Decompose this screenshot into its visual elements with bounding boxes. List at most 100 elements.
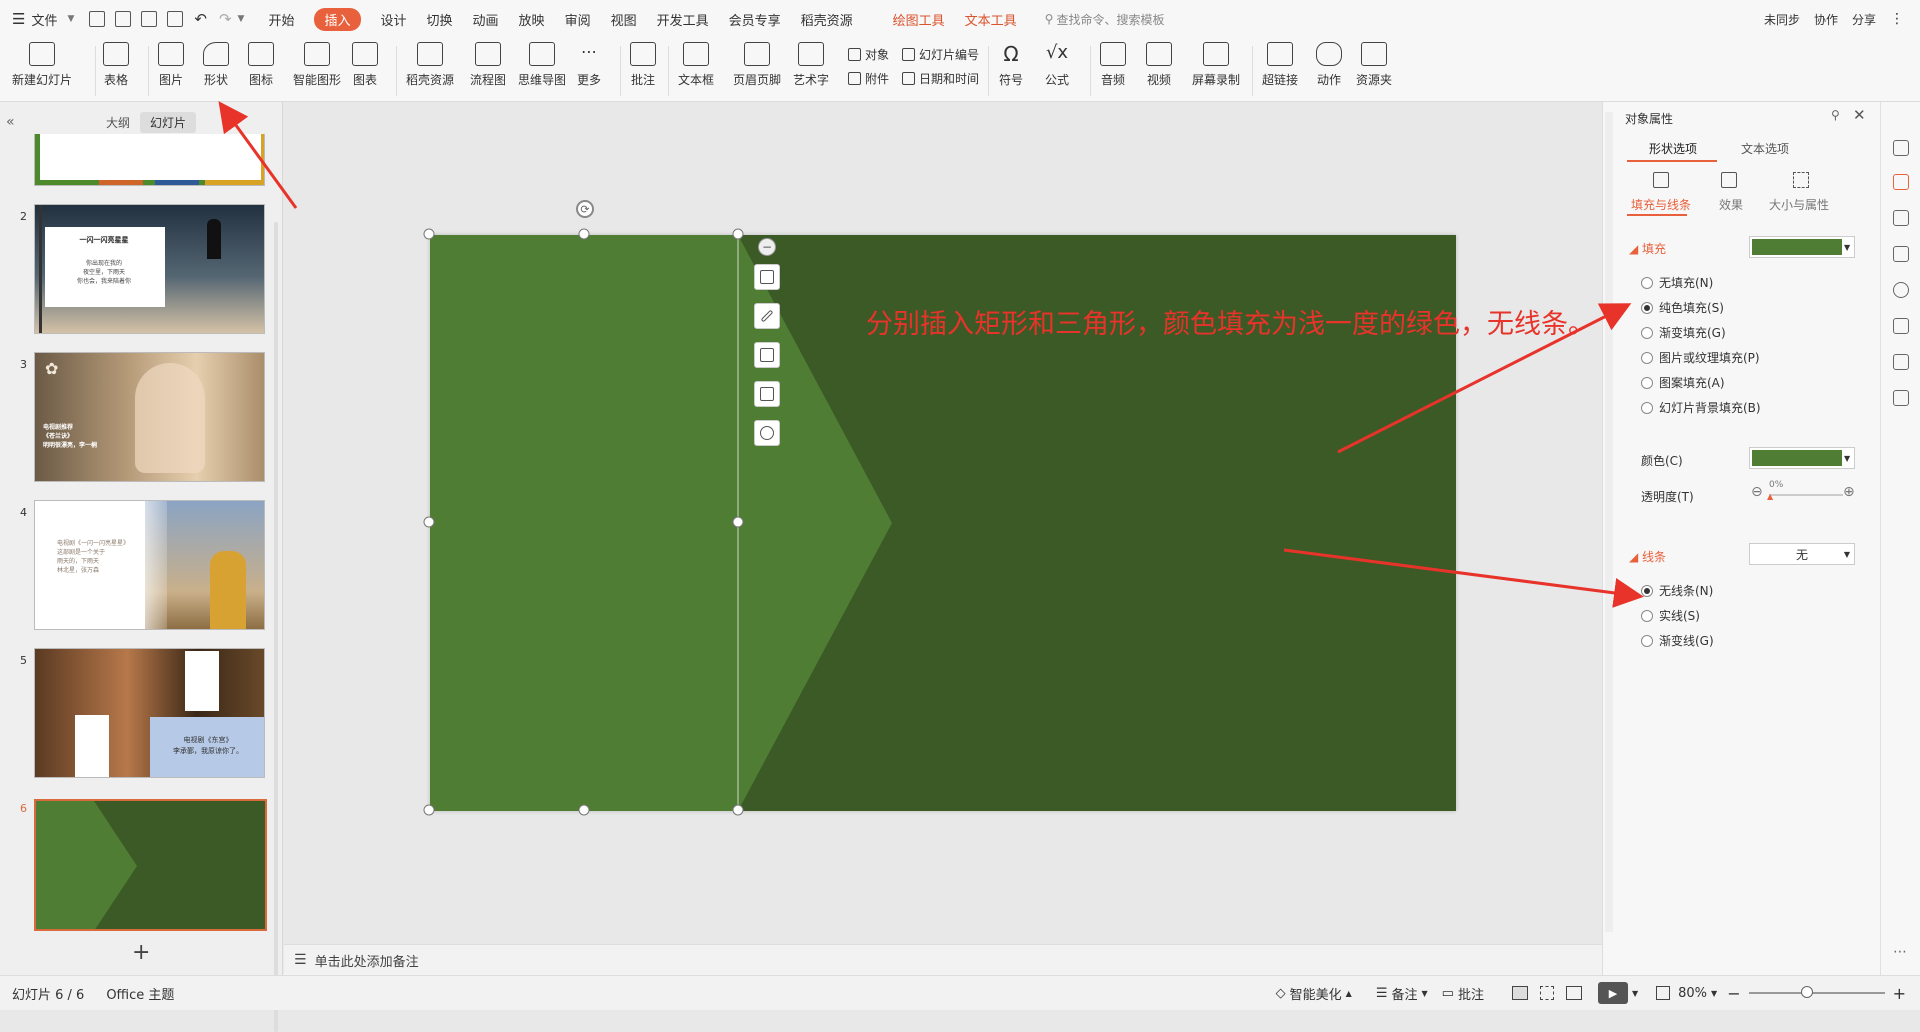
sync-status[interactable]: 未同步 — [1764, 11, 1800, 28]
transparency-slider[interactable] — [1769, 494, 1843, 496]
file-menu[interactable]: 文件 — [31, 10, 57, 29]
zoom-level[interactable]: 80% — [1678, 986, 1707, 1001]
symbol-button[interactable]: Ω 符号 — [998, 42, 1024, 88]
play-button[interactable]: ▶ — [1597, 982, 1628, 1004]
smartart-button[interactable]: 智能图形 — [293, 42, 341, 88]
slider-thumb[interactable]: ▲ — [1767, 492, 1773, 501]
notes-toggle[interactable]: ☰ 备注 ▼ — [1376, 984, 1428, 1003]
comment-button[interactable]: 批注 — [630, 42, 656, 88]
header-footer-button[interactable]: 页眉页脚 — [733, 42, 781, 88]
comments-toggle[interactable]: ▭ 批注 — [1442, 984, 1484, 1003]
beautify-button[interactable]: ◇ 智能美化 ▲ — [1276, 984, 1352, 1003]
color-dropdown[interactable]: ▼ — [1749, 447, 1855, 469]
radio-solid-fill[interactable]: 纯色填充(S) — [1641, 299, 1724, 316]
tab-transition[interactable]: 切换 — [427, 10, 453, 29]
tab-developer[interactable]: 开发工具 — [657, 10, 709, 29]
help-icon[interactable] — [1893, 282, 1909, 298]
slide-number-button[interactable]: 幻灯片编号 — [902, 46, 979, 63]
pin-icon[interactable]: ⚲ — [1831, 108, 1840, 122]
radio-picture-fill[interactable]: 图片或纹理填充(P) — [1641, 349, 1760, 366]
sorter-view-icon[interactable] — [1539, 986, 1554, 1000]
theme-name[interactable]: Office 主题 — [106, 984, 174, 1003]
pin-style-icon[interactable] — [1893, 210, 1909, 226]
normal-view-icon[interactable] — [1511, 986, 1528, 1000]
print-preview-icon[interactable] — [167, 11, 184, 27]
zoom-slider[interactable] — [1748, 986, 1885, 998]
subtab-effect[interactable]: 效果 — [1719, 196, 1743, 213]
slide-thumb-3[interactable]: ✿ 电视剧推荐 《苍兰诀》 明明很漂亮，李一桐 — [34, 352, 265, 482]
plus-icon[interactable]: ⊕ — [1843, 484, 1855, 500]
tab-design[interactable]: 设计 — [381, 10, 407, 29]
tab-slides[interactable]: 幻灯片 — [140, 112, 197, 133]
print-icon[interactable] — [141, 11, 158, 27]
bulb-icon[interactable] — [754, 420, 780, 446]
resize-handle[interactable] — [578, 804, 590, 816]
fit-icon[interactable] — [1656, 986, 1671, 1000]
datetime-button[interactable]: 日期和时间 — [902, 70, 979, 87]
chevron-down-icon[interactable]: ▼ — [1632, 989, 1638, 998]
tab-animation[interactable]: 动画 — [473, 10, 499, 29]
tab-text-options[interactable]: 文本选项 — [1741, 140, 1789, 157]
new-slide-button[interactable]: 新建幻灯片 — [12, 42, 72, 88]
picture-button[interactable]: 图片 — [158, 42, 184, 88]
textbox-button[interactable]: 文本框 — [678, 42, 714, 88]
tab-start[interactable]: 开始 — [268, 10, 294, 29]
reading-view-icon[interactable] — [1565, 986, 1582, 1000]
fill-section-toggle[interactable]: ◢ 填充 — [1629, 240, 1666, 257]
radio-pattern-fill[interactable]: 图案填充(A) — [1641, 374, 1725, 391]
slide-thumb-1[interactable] — [34, 134, 265, 186]
pen-icon[interactable] — [754, 303, 780, 329]
screen-record-button[interactable]: 屏幕录制 — [1192, 42, 1240, 88]
mindmap-button[interactable]: 思维导图 — [518, 42, 566, 88]
radio-solid-line[interactable]: 实线(S) — [1641, 607, 1700, 624]
layer-icon[interactable] — [754, 264, 780, 290]
close-icon[interactable]: ✕ — [1853, 106, 1866, 124]
rotate-icon[interactable]: ⟳ — [576, 200, 594, 218]
command-search[interactable]: ⚲ 查找命令、搜索模板 — [1045, 11, 1165, 28]
notes-bar[interactable]: ☰ 单击此处添加备注 — [284, 944, 1602, 975]
properties-icon[interactable] — [1893, 174, 1909, 190]
export-icon[interactable] — [115, 11, 132, 27]
flowchart-button[interactable]: 流程图 — [470, 42, 506, 88]
chevron-down-icon[interactable]: ▼ — [1711, 989, 1717, 998]
slide-thumb-5[interactable]: 电视剧《东宫》 李承鄞，我原谅你了。 — [34, 648, 265, 778]
canvas-scrollbar[interactable] — [1605, 112, 1613, 932]
hyperlink-button[interactable]: 超链接 — [1262, 42, 1298, 88]
copy-icon[interactable] — [1893, 246, 1909, 262]
radio-gradient-line[interactable]: 渐变线(G) — [1641, 632, 1714, 649]
subtab-size[interactable]: 大小与属性 — [1769, 196, 1829, 213]
resize-handle[interactable] — [732, 228, 744, 240]
radio-slide-bg-fill[interactable]: 幻灯片背景填充(B) — [1641, 399, 1761, 416]
resize-handle[interactable] — [423, 804, 435, 816]
line-section-toggle[interactable]: ◢ 线条 — [1629, 548, 1666, 565]
subtab-fill-line[interactable]: 填充与线条 — [1631, 196, 1691, 213]
table-button[interactable]: 表格 — [103, 42, 129, 88]
resize-handle[interactable] — [423, 516, 435, 528]
undo-icon[interactable]: ↶ — [194, 10, 207, 28]
add-slide-button[interactable]: + — [132, 940, 150, 965]
slide-thumb-6[interactable] — [34, 799, 267, 931]
more-button[interactable]: ⋯ 更多 — [576, 42, 602, 88]
collapse-toolbar-icon[interactable]: − — [758, 238, 776, 256]
book-icon[interactable] — [1893, 390, 1909, 406]
object-button[interactable]: 对象 — [848, 46, 889, 63]
wordart-button[interactable]: 艺术字 — [793, 42, 829, 88]
slide-thumb-2[interactable]: 一闪一闪亮星星 你出现在我的 夜空里，下雨天 你也会，我来陪着你 — [34, 204, 265, 334]
tab-shape-options[interactable]: 形状选项 — [1649, 140, 1697, 157]
action-button[interactable]: 动作 — [1316, 42, 1342, 88]
badge-icon[interactable] — [1893, 354, 1909, 370]
image-icon[interactable] — [1893, 318, 1909, 334]
slide-thumb-4[interactable]: 电视剧《一闪一闪亮星星》 这部剧是一个关于 雨天的，下雨天 林北星，张万森 — [34, 500, 265, 630]
tab-member[interactable]: 会员专享 — [729, 10, 781, 29]
tab-slideshow[interactable]: 放映 — [519, 10, 545, 29]
resize-handle[interactable] — [732, 804, 744, 816]
shape-button[interactable]: 形状 — [203, 42, 229, 88]
outline-icon[interactable] — [754, 381, 780, 407]
tab-review[interactable]: 审阅 — [565, 10, 591, 29]
more-icon[interactable]: ⋯ — [1893, 944, 1907, 960]
attachment-button[interactable]: 附件 — [848, 70, 889, 87]
resize-handle[interactable] — [423, 228, 435, 240]
zoom-in-icon[interactable]: + — [1893, 984, 1906, 1003]
save-icon[interactable] — [89, 11, 106, 27]
zoom-thumb[interactable] — [1800, 986, 1813, 998]
